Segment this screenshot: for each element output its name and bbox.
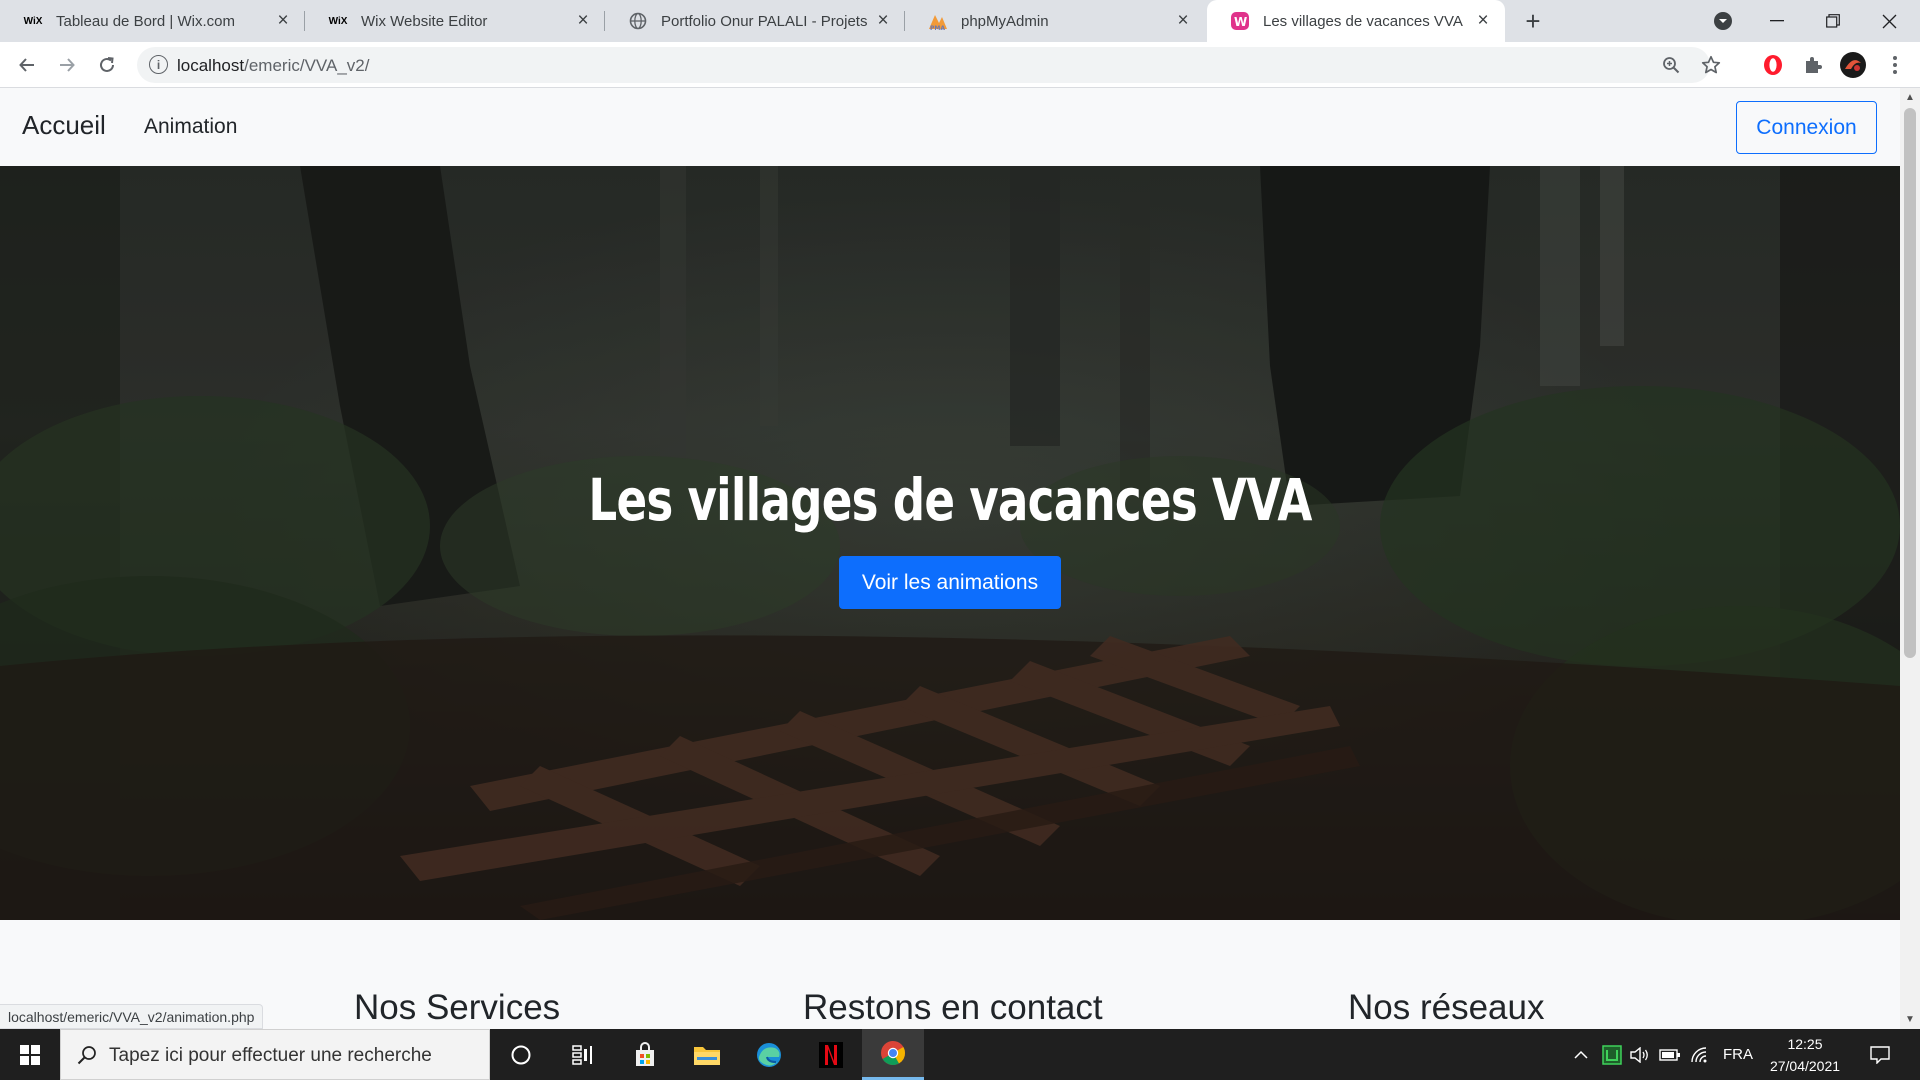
- link-status-bar: localhost/emeric/VVA_v2/animation.php: [0, 1004, 264, 1029]
- hero-title: Les villages de vacances VVA: [588, 466, 1312, 534]
- forest-background-image: [0, 166, 1900, 920]
- footer-heading-contact: Restons en contact: [803, 988, 1103, 1027]
- windows-logo-icon: [20, 1044, 40, 1065]
- page-scrollbar[interactable]: ▲ ▼: [1900, 88, 1920, 1029]
- svg-text:W: W: [1234, 15, 1247, 29]
- taskbar-store[interactable]: [614, 1029, 676, 1080]
- tab-vva[interactable]: W Les villages de vacances VVA ×: [1207, 0, 1505, 42]
- microsoft-store-icon: [636, 1041, 654, 1066]
- footer-heading-services: Nos Services: [354, 988, 561, 1027]
- taskbar-clock[interactable]: 12:25 27/04/2021: [1760, 1033, 1850, 1077]
- tray-app-icon[interactable]: [1598, 1029, 1626, 1080]
- opera-extension-icon[interactable]: [1758, 50, 1788, 80]
- tab-portfolio[interactable]: Portfolio Onur PALALI - Projets ×: [605, 0, 905, 42]
- clock-date: 27/04/2021: [1769, 1058, 1841, 1074]
- nav-brand-accueil[interactable]: Accueil: [22, 110, 106, 141]
- search-placeholder: Tapez ici pour effectuer une recherche: [109, 1045, 432, 1066]
- task-view-button[interactable]: [552, 1029, 614, 1080]
- tab-wix-editor[interactable]: WiX Wix Website Editor ×: [305, 0, 605, 42]
- tray-overflow-chevron-icon[interactable]: [1568, 1029, 1594, 1080]
- reload-icon: [100, 57, 114, 72]
- taskbar-chrome[interactable]: [862, 1029, 924, 1080]
- tab-title: Les villages de vacances VVA: [1263, 12, 1463, 30]
- footer-heading-networks: Nos réseaux: [1348, 988, 1545, 1027]
- phpmyadmin-icon: PMA: [927, 10, 949, 32]
- scrollbar-thumb[interactable]: [1904, 108, 1916, 658]
- taskbar-file-explorer[interactable]: [676, 1029, 738, 1080]
- volume-icon[interactable]: [1626, 1029, 1654, 1080]
- forward-button[interactable]: [51, 49, 83, 81]
- notification-center-button[interactable]: [1860, 1029, 1900, 1080]
- task-view-icon: [572, 1044, 592, 1065]
- hero-banner: Les villages de vacances VVA Voir les an…: [0, 166, 1900, 920]
- arrow-left-icon: [19, 58, 34, 72]
- site-icon: W: [1229, 10, 1251, 32]
- tab-wix-dashboard[interactable]: WiX Tableau de Bord | Wix.com ×: [0, 0, 305, 42]
- close-icon[interactable]: ×: [1471, 9, 1495, 33]
- menu-kebab-icon[interactable]: [1880, 50, 1910, 80]
- chrome-icon: [881, 1041, 905, 1066]
- close-icon[interactable]: ×: [871, 9, 895, 33]
- new-tab-button[interactable]: +: [1519, 6, 1547, 36]
- tab-phpmyadmin[interactable]: PMA phpMyAdmin ×: [905, 0, 1205, 42]
- battery-icon[interactable]: [1656, 1029, 1684, 1080]
- tab-title: Tableau de Bord | Wix.com: [56, 12, 235, 30]
- close-icon[interactable]: ×: [1171, 9, 1195, 33]
- windows-taskbar: Tapez ici pour effectuer une recherche F…: [0, 1029, 1920, 1080]
- taskbar-search-box[interactable]: Tapez ici pour effectuer une recherche: [60, 1029, 490, 1080]
- url-path: /emeric/VVA_v2/: [244, 56, 370, 75]
- page-viewport: Accueil Animation Connexion Les villages…: [0, 88, 1900, 1029]
- tab-title: Portfolio Onur PALALI - Projets: [661, 12, 868, 30]
- tab-search-button[interactable]: [1700, 0, 1746, 42]
- close-icon[interactable]: ×: [571, 9, 595, 33]
- back-button[interactable]: [11, 49, 43, 81]
- bookmark-star-icon[interactable]: [1699, 53, 1723, 77]
- reload-button[interactable]: [91, 49, 123, 81]
- restore-icon: [1826, 14, 1840, 28]
- cortana-button[interactable]: [490, 1029, 552, 1080]
- address-bar[interactable]: i localhost/emeric/VVA_v2/: [137, 47, 1721, 83]
- minimize-icon: [1770, 20, 1784, 22]
- restore-button[interactable]: [1810, 0, 1856, 42]
- minimize-button[interactable]: [1754, 0, 1800, 42]
- info-icon[interactable]: i: [149, 55, 168, 74]
- view-animations-button[interactable]: Voir les animations: [839, 556, 1061, 609]
- browser-toolbar: i localhost/emeric/VVA_v2/: [0, 42, 1920, 88]
- close-icon[interactable]: ×: [271, 9, 295, 33]
- login-button[interactable]: Connexion: [1736, 101, 1877, 154]
- tab-title: phpMyAdmin: [961, 12, 1049, 30]
- arrow-right-icon: [60, 58, 75, 72]
- svg-text:PMA: PMA: [930, 25, 945, 31]
- search-icon: [77, 1046, 96, 1065]
- taskbar-netflix[interactable]: [800, 1029, 862, 1080]
- language-indicator[interactable]: FRA: [1718, 1029, 1758, 1080]
- extensions-puzzle-icon[interactable]: [1798, 50, 1828, 80]
- edge-icon: [757, 1042, 781, 1067]
- start-button[interactable]: [0, 1029, 60, 1080]
- close-window-button[interactable]: [1866, 0, 1912, 42]
- wix-icon: WiX: [328, 15, 348, 27]
- url-host: localhost: [177, 56, 245, 75]
- tab-strip: WiX Tableau de Bord | Wix.com × WiX Wix …: [0, 0, 1920, 42]
- site-navbar: Accueil Animation Connexion: [0, 88, 1900, 166]
- globe-icon: [627, 10, 649, 32]
- notification-icon: [1870, 1045, 1890, 1064]
- folder-icon: [694, 1046, 720, 1065]
- nav-link-animation[interactable]: Animation: [144, 115, 237, 139]
- wix-icon: WiX: [23, 15, 43, 27]
- close-icon: [1882, 14, 1896, 28]
- wifi-icon[interactable]: [1686, 1029, 1714, 1080]
- url-text[interactable]: localhost/emeric/VVA_v2/: [177, 56, 369, 76]
- profile-avatar[interactable]: [1838, 50, 1868, 80]
- zoom-icon[interactable]: [1659, 53, 1683, 77]
- scroll-up-arrow-icon[interactable]: ▲: [1904, 91, 1916, 103]
- tab-title: Wix Website Editor: [361, 12, 488, 30]
- scroll-down-arrow-icon[interactable]: ▼: [1904, 1013, 1916, 1025]
- cortana-circle-icon: [511, 1045, 531, 1064]
- chevron-down-icon: [1714, 12, 1732, 30]
- clock-time: 12:25: [1787, 1036, 1823, 1052]
- taskbar-edge[interactable]: [738, 1029, 800, 1080]
- netflix-icon: [819, 1041, 843, 1068]
